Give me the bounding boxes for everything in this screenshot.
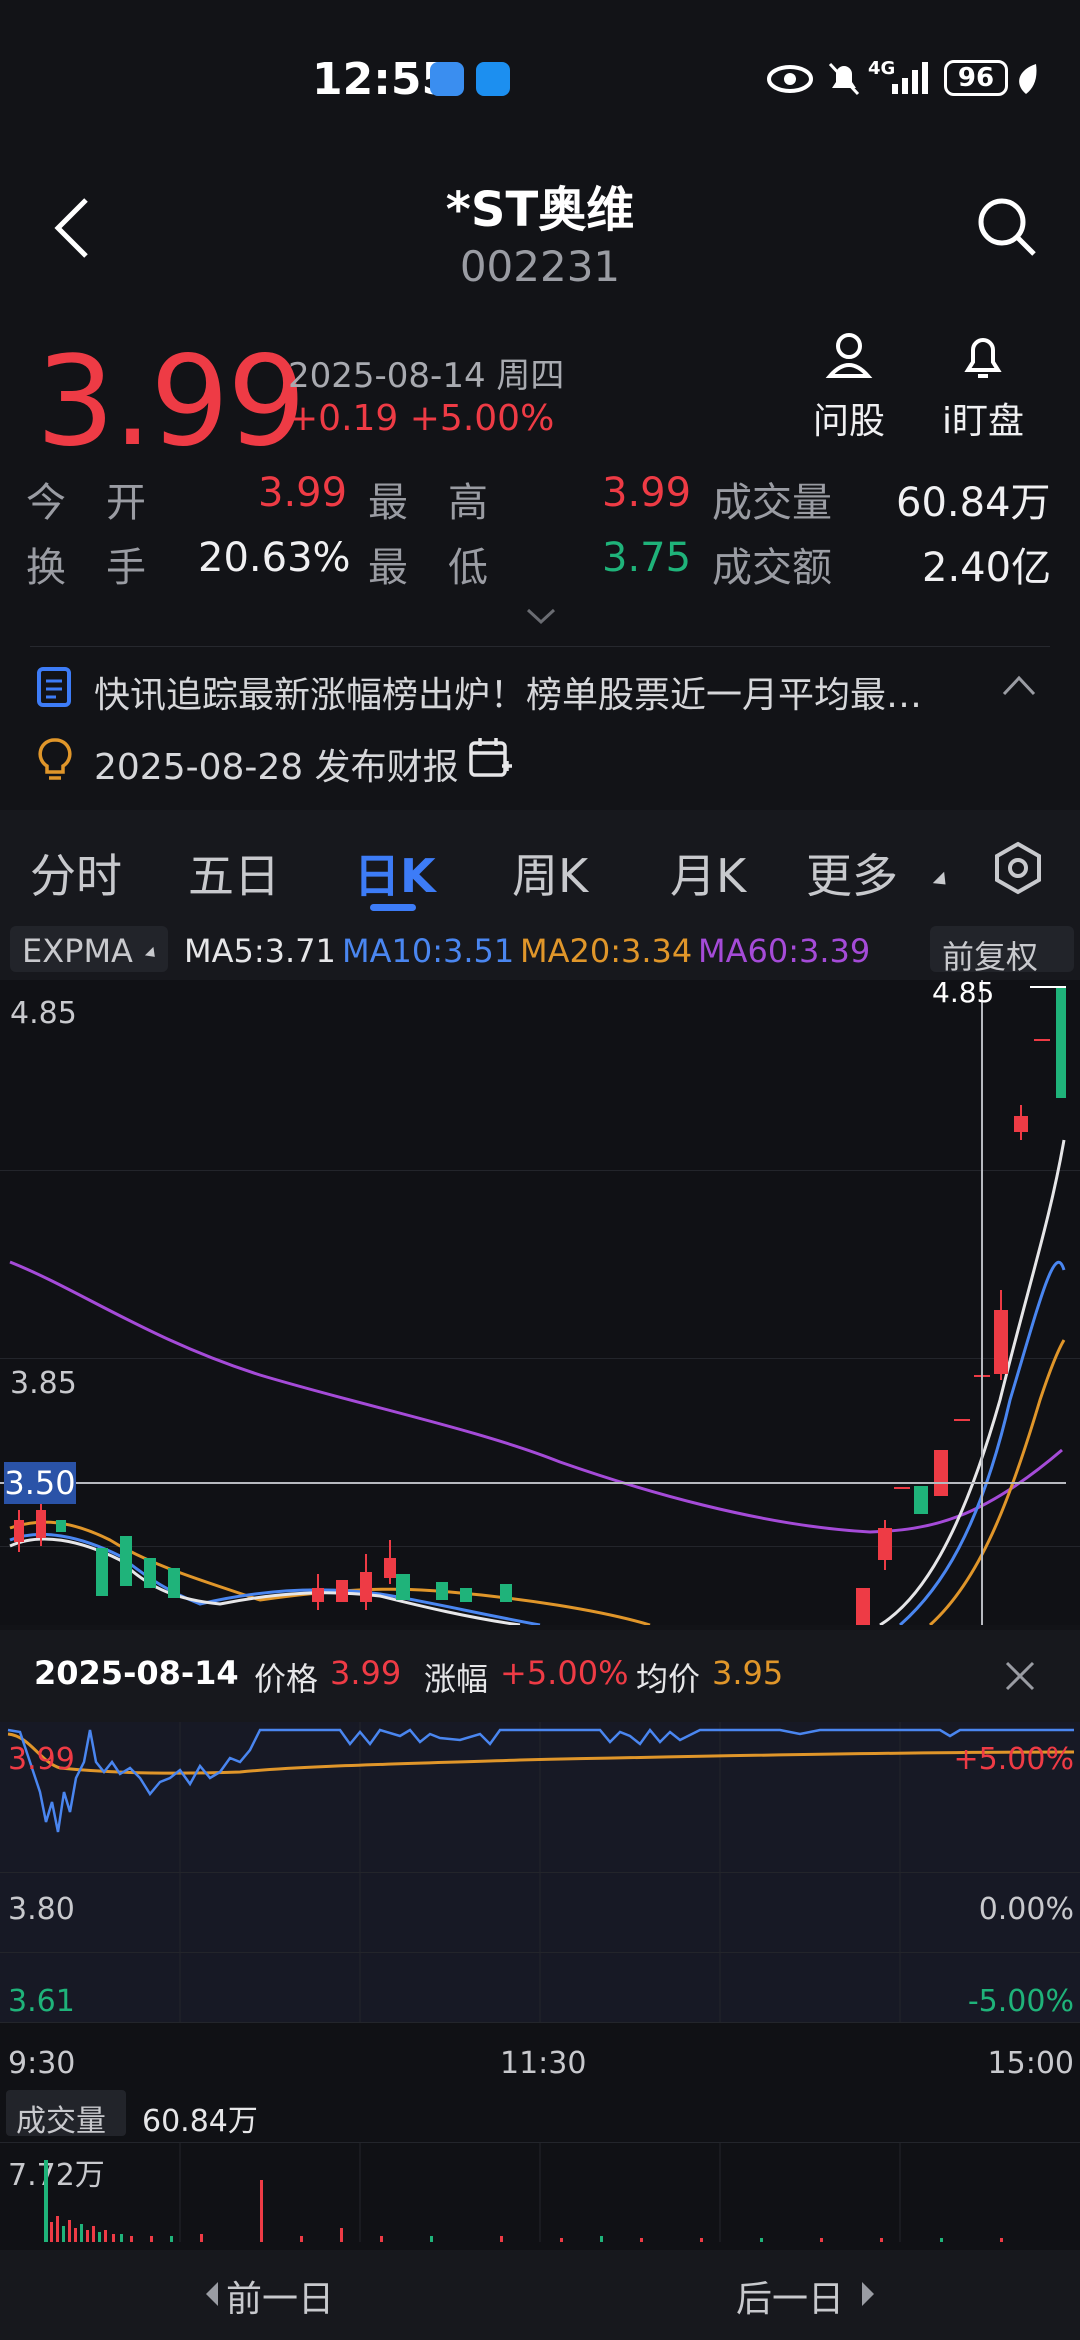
crosshair-price-tag: 3.50: [4, 1462, 76, 1504]
high-value: 3.99: [602, 470, 692, 516]
ma60-value: MA60:3.39: [698, 932, 871, 970]
indicator-type: EXPMA: [22, 932, 133, 970]
next-arrow-icon: [862, 2282, 874, 2306]
lightbulb-icon: [38, 738, 72, 780]
y-right-high: +5.00%: [953, 1742, 1074, 1777]
volume-label: 成交量: [16, 2104, 106, 2139]
current-price: 3.99: [36, 330, 306, 474]
stock-header: *ST奥维 002231: [0, 150, 1080, 310]
ask-stock-label: 问股: [812, 401, 885, 442]
prev-arrow-icon: [206, 2282, 218, 2306]
stock-name: *ST奥维: [445, 182, 635, 238]
prev-day-button[interactable]: 前一日: [226, 2270, 334, 2322]
tab-five-day[interactable]: 五日: [188, 840, 280, 906]
volume-value: 60.84万: [896, 480, 1051, 526]
open-label: 今 开: [26, 480, 146, 526]
volume-total: 60.84万: [142, 2104, 258, 2139]
intraday-avg: 3.95: [712, 1654, 784, 1692]
amount-label: 成交额: [712, 545, 832, 591]
low-value: 3.75: [602, 535, 692, 581]
person-icon: [825, 333, 873, 378]
settings-icon[interactable]: [990, 840, 1046, 896]
turnover-label: 换 手: [26, 545, 146, 591]
more-dropdown-icon: [932, 871, 952, 891]
price-change: +0.19 +5.00%: [288, 398, 555, 439]
kline-chart[interactable]: 4.85 3.85 3.50 4.85: [0, 976, 1080, 1625]
signal-icon: [892, 62, 928, 94]
x-label-open: 9:30: [8, 2046, 76, 2081]
news-headline[interactable]: 快讯追踪最新涨幅榜出炉！榜单股票近一月平均最…: [94, 666, 954, 718]
leaf-icon: [1019, 64, 1037, 94]
watch-label: i盯盘: [941, 401, 1024, 442]
y-right-low: -5.00%: [967, 1984, 1074, 2019]
y-left-low: 3.61: [8, 1984, 75, 2019]
intraday-price-label: 价格: [254, 1660, 319, 1698]
watch-button[interactable]: i盯盘: [918, 330, 1048, 444]
intraday-header: 2025-08-14 价格 3.99 涨幅 +5.00% 均价 3.95: [0, 1630, 1080, 1722]
search-icon[interactable]: [976, 196, 1038, 258]
tab-weekly-k[interactable]: 周K: [512, 840, 588, 906]
intraday-change: +5.00%: [500, 1654, 629, 1692]
x-label-noon: 11:30: [500, 2046, 587, 2081]
intraday-price: 3.99: [330, 1654, 402, 1692]
ma20-value: MA20:3.34: [520, 932, 693, 970]
ask-stock-button[interactable]: 问股: [784, 330, 914, 444]
bell-icon: [964, 338, 1002, 378]
search-app-notification-icon: [476, 62, 510, 96]
app-notification-icon: [430, 62, 464, 96]
turnover-value: 20.63%: [198, 535, 351, 581]
x-label-close: 15:00: [987, 2046, 1074, 2081]
chart-tabs: 分时 五日 日K 周K 月K 更多: [0, 810, 1080, 920]
intraday-svg: [7, 1722, 1075, 2022]
status-bar: 12:55 4G 96: [0, 0, 1080, 150]
collapse-chevron-icon[interactable]: [1000, 672, 1038, 698]
right-candles: [856, 988, 1066, 1625]
adjust-label: 前复权: [942, 938, 1039, 976]
y-left-high: 3.99: [8, 1742, 75, 1777]
ma5-value: MA5:3.71: [184, 932, 336, 970]
intraday-date: 2025-08-14: [34, 1654, 239, 1692]
active-tab-indicator: [370, 904, 416, 911]
eye-icon: [767, 65, 813, 93]
kline-svg: [0, 980, 1066, 1625]
news-doc-icon: [37, 667, 71, 707]
volume-bars: [44, 2142, 1003, 2242]
stock-code: 002231: [459, 242, 621, 291]
mute-bell-icon: [828, 62, 860, 96]
low-label: 最 低: [368, 545, 488, 591]
tab-daily-k[interactable]: 日K: [354, 840, 436, 906]
grid-line: [0, 2022, 1080, 2023]
divider: [30, 646, 1050, 647]
tab-timeshare[interactable]: 分时: [30, 840, 122, 906]
amount-value: 2.40亿: [922, 545, 1052, 591]
intraday-change-label: 涨幅: [424, 1660, 489, 1698]
expand-chevron-icon[interactable]: [524, 606, 558, 626]
next-day-button[interactable]: 后一日: [736, 2270, 844, 2322]
ma10-value: MA10:3.51: [342, 932, 515, 970]
max-price-label: 4.85: [932, 976, 995, 1009]
intraday-avg-label: 均价: [636, 1660, 701, 1698]
indicator-bar: EXPMA MA5:3.71 MA10:3.51 MA20:3.34 MA60:…: [0, 920, 1080, 980]
report-date: 2025-08-28 发布财报: [94, 747, 459, 788]
y-right-mid: 0.00%: [978, 1892, 1074, 1927]
battery-level: 96: [944, 60, 1008, 96]
tab-monthly-k[interactable]: 月K: [670, 840, 746, 906]
quote-date: 2025-08-14 周四: [288, 356, 565, 396]
high-label: 最 高: [368, 480, 488, 526]
close-icon[interactable]: [1004, 1660, 1036, 1692]
open-value: 3.99: [258, 470, 348, 516]
calendar-add-icon[interactable]: [468, 736, 512, 780]
y-left-mid: 3.80: [8, 1892, 75, 1927]
intraday-panel: 2025-08-14 价格 3.99 涨幅 +5.00% 均价 3.95 3.9…: [0, 1630, 1080, 2340]
day-navigation: 前一日 后一日: [0, 2250, 1080, 2340]
volume-label: 成交量: [712, 480, 832, 526]
tab-more[interactable]: 更多: [806, 840, 898, 906]
